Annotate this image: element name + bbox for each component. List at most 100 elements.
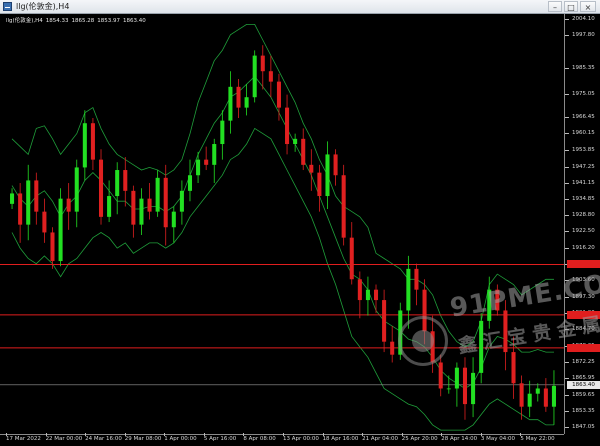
price-tick-label: 1941.15 [565,179,595,186]
candle-body[interactable] [18,193,23,225]
price-tick-label: 1960.15 [565,130,595,137]
candle-body[interactable] [147,198,152,212]
candle-body[interactable] [90,123,95,160]
candle-body[interactable] [519,383,524,407]
candle-body[interactable] [212,144,217,165]
time-tick-label: 1 Apr 00:00 [164,433,197,442]
price-tick-label: 1897.30 [565,293,595,300]
candle-body[interactable] [139,198,144,225]
candle-body[interactable] [414,268,419,290]
price-tick-label: 1847.05 [565,424,595,431]
close-button[interactable]: × [580,1,596,12]
time-tick-label: 17 Mar 2022 [6,433,41,442]
candle-body[interactable] [66,198,71,212]
candle-body[interactable] [50,232,55,262]
candle-body[interactable] [236,86,241,108]
minimize-button[interactable]: – [548,1,562,12]
maximize-button[interactable]: □ [564,1,578,12]
trading-terminal-window: llg(伦敦金),H4 – □ × llg(伦敦金),H4 1854.33 1865… [0,0,600,446]
candle-body[interactable] [309,164,314,173]
candle-body[interactable] [196,159,201,176]
chart-area[interactable]: llg(伦敦金),H4 1854.33 1865.28 1853.97 1863.40 … [0,14,600,446]
candle-body[interactable] [98,159,104,217]
candle-body[interactable] [454,367,459,389]
candle-body[interactable] [333,154,338,176]
candle-body[interactable] [293,138,298,145]
candle-body[interactable] [131,190,136,225]
candle-body[interactable] [487,289,492,321]
candle-body[interactable] [527,393,532,407]
candle-body[interactable] [511,352,516,384]
candle-body[interactable] [285,107,290,145]
price-tick-label: 1947.25 [565,163,595,170]
candle-body[interactable] [535,388,540,394]
candle-body[interactable] [471,372,476,405]
time-tick-label: 8 Apr 08:00 [243,433,276,442]
candle-body[interactable] [268,71,273,82]
price-tick-label: 1916.20 [565,244,595,251]
candle-body[interactable] [325,154,330,197]
candle-body[interactable] [390,341,395,355]
candle-body[interactable] [551,385,556,407]
candle-body[interactable] [179,190,184,212]
candle-body[interactable] [171,211,176,228]
candle-body[interactable] [479,320,484,373]
candle-body[interactable] [357,279,362,301]
time-axis[interactable]: 17 Mar 2022 22 Mar 00:00 24 Mar 16:00 29 Ma… [0,433,564,446]
price-tick-label: 1928.80 [565,211,595,218]
candle-body[interactable] [244,97,249,108]
price-tick-label: 1884.70 [565,326,595,333]
candle-body[interactable] [74,167,79,212]
candle-body[interactable] [163,177,168,228]
price-tick-label: 1966.45 [565,113,595,120]
candle-body[interactable] [373,289,379,301]
candle-body[interactable] [220,120,225,145]
candle-body[interactable] [495,289,500,311]
candle-body[interactable] [155,177,160,212]
candle-body[interactable] [187,175,193,191]
candle-body[interactable] [543,388,548,407]
candle-body[interactable] [365,289,370,301]
candle-body[interactable] [115,170,120,197]
time-tick-label: 29 Mar 08:00 [124,433,162,442]
candle-body[interactable] [252,55,257,98]
price-axis[interactable]: 2004.10 1997.80 1985.35 1975.05 1966.45 1960.… [564,14,600,434]
candle-body[interactable] [341,175,346,238]
candle-body[interactable] [34,180,39,212]
price-tick-label: 1903.60 [565,277,595,284]
candle-body[interactable] [260,55,265,72]
candle-body[interactable] [462,367,468,405]
price-tick-label: 1859.65 [565,391,595,398]
candle-body[interactable] [42,211,47,233]
candle-body[interactable] [10,193,15,204]
candle-body[interactable] [276,81,281,108]
candle-body[interactable] [503,310,508,353]
level-price-badge [567,260,600,269]
candle-body[interactable] [406,268,411,311]
candle-body[interactable] [438,362,443,389]
candle-body[interactable] [204,159,209,165]
candlestick-chart[interactable] [0,14,600,446]
candle-body[interactable] [26,180,31,225]
level-price-badge [567,343,600,352]
ohlc-open: 1854.33 [45,18,69,24]
candle-body[interactable] [446,388,451,390]
candle-body[interactable] [58,198,63,262]
candle-body[interactable] [301,138,306,165]
level-price-badge [567,310,600,319]
candle-body[interactable] [349,237,354,280]
candle-body[interactable] [123,170,128,191]
price-tick-label: 2004.10 [565,15,595,22]
bollinger-upper-line [11,23,554,348]
candle-body[interactable] [430,331,435,363]
time-tick-label: 13 Apr 00:00 [283,433,319,442]
candle-body[interactable] [398,310,403,355]
candle-body[interactable] [382,300,387,342]
candle-body[interactable] [422,289,427,332]
candle-body[interactable] [107,196,112,217]
candle-body[interactable] [228,86,233,121]
candle-body[interactable] [317,172,322,197]
price-tick-label: 1922.50 [565,228,595,235]
window-titlebar[interactable]: llg(伦敦金),H4 – □ × [0,0,600,14]
candle-body[interactable] [82,123,87,168]
